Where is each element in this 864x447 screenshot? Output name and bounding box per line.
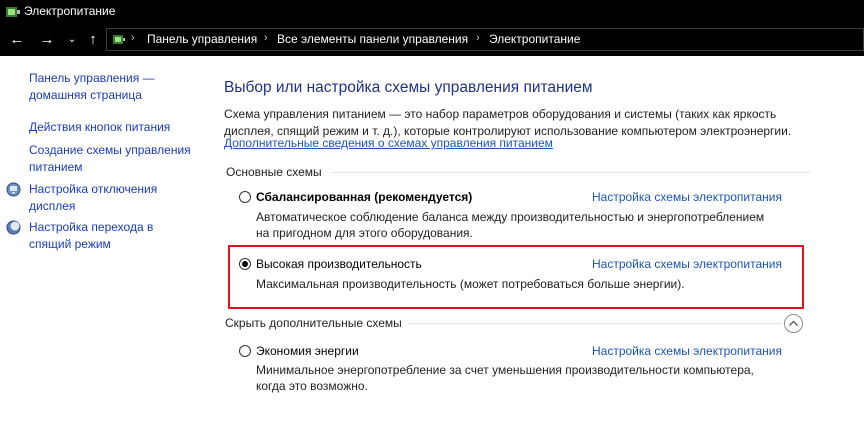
sidebar-item-label: спящий режим [29, 237, 111, 251]
title-bar: Электропитание [0, 0, 864, 24]
breadcrumb-control-panel[interactable]: Панель управления [147, 32, 257, 46]
forward-arrow-icon[interactable]: → [36, 24, 58, 56]
window-title: Электропитание [24, 4, 116, 18]
sidebar-item-label: Действия кнопок питания [29, 120, 171, 134]
sidebar-item-label: питанием [29, 160, 83, 174]
sidebar-item-label: Настройка перехода в [29, 220, 154, 234]
breadcrumb-separator-icon: › [476, 32, 480, 44]
power-options-icon [6, 7, 20, 17]
plan-description-line: Минимальное энергопотребление за счет ум… [256, 363, 754, 377]
high-performance-plan-description: Максимальная производительность (может п… [256, 276, 796, 292]
plan-description-line: на пригодном для этого оборудования. [256, 226, 473, 240]
plan-description-line: Автоматическое соблюдение баланса между … [256, 210, 765, 224]
sleep-moon-icon [6, 220, 21, 235]
display-off-icon [6, 182, 21, 197]
power-saver-plan-name[interactable]: Экономия энергии [256, 344, 359, 358]
page-description: Схема управления питанием — это набор па… [224, 106, 824, 140]
high-performance-plan-radio[interactable] [239, 258, 251, 270]
collapse-chevron-up-icon[interactable] [784, 314, 803, 333]
plan-description-line: когда это возможно. [256, 379, 368, 393]
balanced-plan-description: Автоматическое соблюдение баланса между … [256, 209, 796, 241]
sidebar-item-sleep-settings[interactable]: Настройка перехода в спящий режим [29, 219, 204, 253]
back-arrow-icon[interactable]: ← [6, 24, 28, 56]
hide-additional-plans-label[interactable]: Скрыть дополнительные схемы [225, 316, 402, 330]
balanced-plan-name[interactable]: Сбалансированная (рекомендуется) [256, 190, 472, 204]
control-panel-icon [113, 35, 125, 44]
sidebar-item-label: Панель управления — [29, 71, 155, 85]
description-line: Схема управления питанием — это набор па… [224, 107, 777, 121]
sidebar-item-label: Настройка отключения [29, 182, 158, 196]
high-performance-plan-name[interactable]: Высокая производительность [256, 257, 422, 271]
breadcrumb-separator-icon: › [131, 32, 135, 44]
balanced-plan-radio[interactable] [239, 191, 251, 203]
power-saver-plan-settings-link[interactable]: Настройка схемы электропитания [592, 344, 782, 358]
sidebar-item-display-off[interactable]: Настройка отключения дисплея [29, 181, 204, 215]
power-saver-plan-radio[interactable] [239, 345, 251, 357]
high-performance-plan-settings-link[interactable]: Настройка схемы электропитания [592, 257, 782, 271]
group-divider [332, 172, 810, 173]
sidebar-item-label: Создание схемы управления [29, 143, 191, 157]
up-arrow-icon[interactable]: ↑ [82, 24, 104, 56]
page-title: Выбор или настройка схемы управления пит… [224, 79, 593, 96]
plan-description-line: Максимальная производительность (может п… [256, 277, 685, 291]
address-bar[interactable]: › Панель управления › Все элементы панел… [106, 28, 864, 51]
sidebar-item-control-panel-home[interactable]: Панель управления — домашняя страница [29, 70, 204, 104]
recent-locations-chevron-icon[interactable]: ⌄ [61, 24, 83, 56]
balanced-plan-settings-link[interactable]: Настройка схемы электропитания [592, 190, 782, 204]
more-info-link[interactable]: Дополнительные сведения о схемах управле… [224, 136, 553, 150]
sidebar-item-power-buttons[interactable]: Действия кнопок питания [29, 119, 204, 136]
basic-plans-label: Основные схемы [226, 165, 322, 179]
navigation-bar: ← → ⌄ ↑ › Панель управления › Все элемен… [0, 24, 864, 56]
group-divider [408, 323, 782, 324]
breadcrumb-power-options[interactable]: Электропитание [489, 32, 580, 46]
sidebar-item-label: домашняя страница [29, 88, 142, 102]
power-saver-plan-description: Минимальное энергопотребление за счет ум… [256, 362, 796, 394]
sidebar-item-create-plan[interactable]: Создание схемы управления питанием [29, 142, 204, 176]
sidebar-item-label: дисплея [29, 199, 76, 213]
breadcrumb-all-items[interactable]: Все элементы панели управления [277, 32, 468, 46]
breadcrumb-separator-icon: › [264, 32, 268, 44]
